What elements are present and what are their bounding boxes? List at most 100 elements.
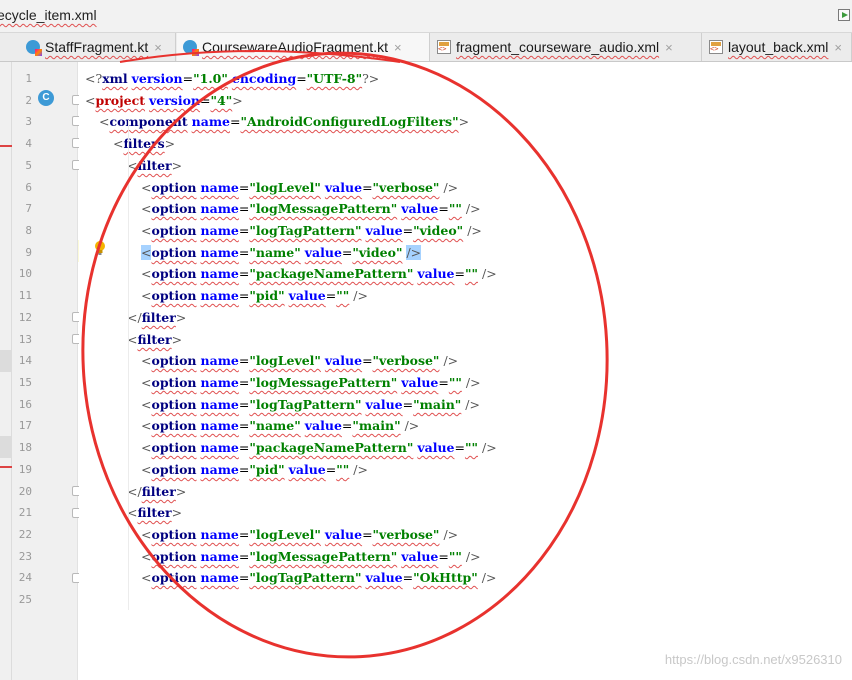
tag-name: option — [151, 440, 197, 455]
attr-value: "packageNamePattern" — [249, 266, 414, 281]
attr-value: "verbose" — [372, 180, 440, 195]
tag-name: filter — [137, 332, 172, 347]
punct: /> — [481, 440, 497, 455]
attr-value: "4" — [210, 93, 233, 108]
tag-name: option — [151, 245, 197, 260]
run-icon[interactable] — [838, 9, 850, 21]
file-title: ecycle_item.xml — [0, 7, 97, 23]
line-number: 16 — [18, 398, 32, 411]
punct: /> — [465, 397, 480, 412]
attr-name: name — [200, 288, 239, 303]
attr-value: "logMessagePattern" — [249, 549, 398, 564]
attr-name: name — [200, 570, 239, 585]
intention-bulb-icon[interactable] — [94, 240, 106, 256]
tag-name: option — [151, 570, 197, 585]
line-number: 23 — [18, 550, 32, 563]
punct: /> — [465, 201, 481, 216]
attr-value: "AndroidConfiguredLogFilters" — [240, 114, 459, 129]
code-line-15: <option name="logMessagePattern" value="… — [141, 375, 481, 390]
line-number: 5 — [25, 159, 32, 172]
attr-name: name — [200, 180, 239, 195]
line-number: 22 — [18, 528, 32, 541]
attr-value: "1.0" — [193, 71, 228, 86]
attr-value: "logLevel" — [249, 353, 321, 368]
close-icon[interactable]: × — [154, 40, 162, 55]
attr-name: name — [200, 397, 239, 412]
code-line-3: <component name="AndroidConfiguredLogFil… — [99, 114, 470, 129]
attr-name: value — [324, 527, 363, 542]
line-number: 4 — [25, 137, 32, 150]
attr-name: name — [200, 353, 239, 368]
close-icon[interactable]: × — [665, 40, 673, 55]
line-number: 17 — [18, 419, 32, 432]
class-icon[interactable]: C — [38, 90, 54, 106]
attr-value: "UTF-8" — [306, 71, 363, 86]
tag-name: option — [151, 353, 197, 368]
tab-courseware-audio-fragment[interactable]: CoursewareAudioFragment.kt × — [177, 33, 430, 61]
line-number: 19 — [18, 463, 32, 476]
line-number: 18 — [18, 441, 32, 454]
punct: /> — [481, 266, 497, 281]
punct: /> — [353, 462, 368, 477]
attr-value: "main" — [352, 418, 401, 433]
attr-name: name — [200, 440, 239, 455]
tab-layout-back-xml[interactable]: layout_back.xml × — [703, 33, 852, 61]
punct: < — [141, 462, 152, 477]
tag-name: option — [151, 549, 197, 564]
punct: </ — [127, 310, 142, 325]
code-editor[interactable]: <?xml version="1.0" encoding="UTF-8"?> <… — [79, 62, 852, 680]
attr-value: "logMessagePattern" — [249, 375, 398, 390]
attr-name: value — [324, 353, 363, 368]
punct: < — [141, 418, 152, 433]
punct: /> — [465, 375, 481, 390]
punct: < — [141, 266, 152, 281]
line-number: 8 — [25, 224, 32, 237]
attr-name: name — [200, 245, 239, 260]
punct: <? — [85, 71, 103, 86]
indent-guide — [128, 120, 129, 610]
attr-value: "video" — [413, 223, 464, 238]
attr-value: "verbose" — [372, 353, 440, 368]
punct: > — [458, 114, 470, 129]
editor-gutter[interactable]: 1 2 3 4 5 6 7 8 9 10 11 12 13 14 15 16 1… — [12, 62, 82, 680]
punct: < — [141, 375, 152, 390]
punct: > — [171, 505, 183, 520]
line-number: 1 — [25, 72, 32, 85]
tab-fragment-courseware-audio-xml[interactable]: fragment_courseware_audio.xml × — [431, 33, 702, 61]
attr-value: "logMessagePattern" — [249, 201, 398, 216]
punct: < — [141, 180, 152, 195]
code-line-2: <project version="4"> — [85, 93, 243, 108]
tag-name: project — [95, 93, 146, 108]
punct: /> — [467, 223, 482, 238]
line-number: 15 — [18, 376, 32, 389]
tag-name: filter — [137, 158, 172, 173]
line-number: 9 — [25, 246, 32, 259]
attr-name: value — [288, 288, 326, 303]
punct: < — [141, 570, 152, 585]
punct: /> — [404, 418, 420, 433]
close-icon[interactable]: × — [834, 40, 842, 55]
tab-label: StaffFragment.kt — [45, 39, 149, 55]
attr-name: version — [131, 71, 183, 86]
close-icon[interactable]: × — [394, 40, 402, 55]
attr-name: value — [417, 440, 455, 455]
watermark: https://blog.csdn.net/x9526310 — [664, 652, 842, 667]
punct: < — [99, 114, 110, 129]
punct: /> — [481, 570, 497, 585]
line-number: 25 — [18, 593, 32, 606]
punct: < — [85, 93, 96, 108]
code-line-7: <option name="logMessagePattern" value="… — [141, 201, 481, 216]
attr-name: value — [365, 397, 403, 412]
kotlin-file-icon — [26, 40, 42, 56]
punct: < — [141, 245, 152, 260]
punct: < — [113, 136, 124, 151]
tag-name: option — [151, 266, 197, 281]
attr-name: value — [365, 223, 403, 238]
project-panel-edge — [0, 62, 12, 680]
attr-name: value — [365, 570, 403, 585]
punct: > — [171, 158, 183, 173]
tab-staff-fragment[interactable]: StaffFragment.kt × — [20, 33, 176, 61]
code-line-1: <?xml version="1.0" encoding="UTF-8"?> — [85, 71, 380, 86]
attr-value: "" — [448, 375, 462, 390]
attr-value: "pid" — [249, 462, 285, 477]
